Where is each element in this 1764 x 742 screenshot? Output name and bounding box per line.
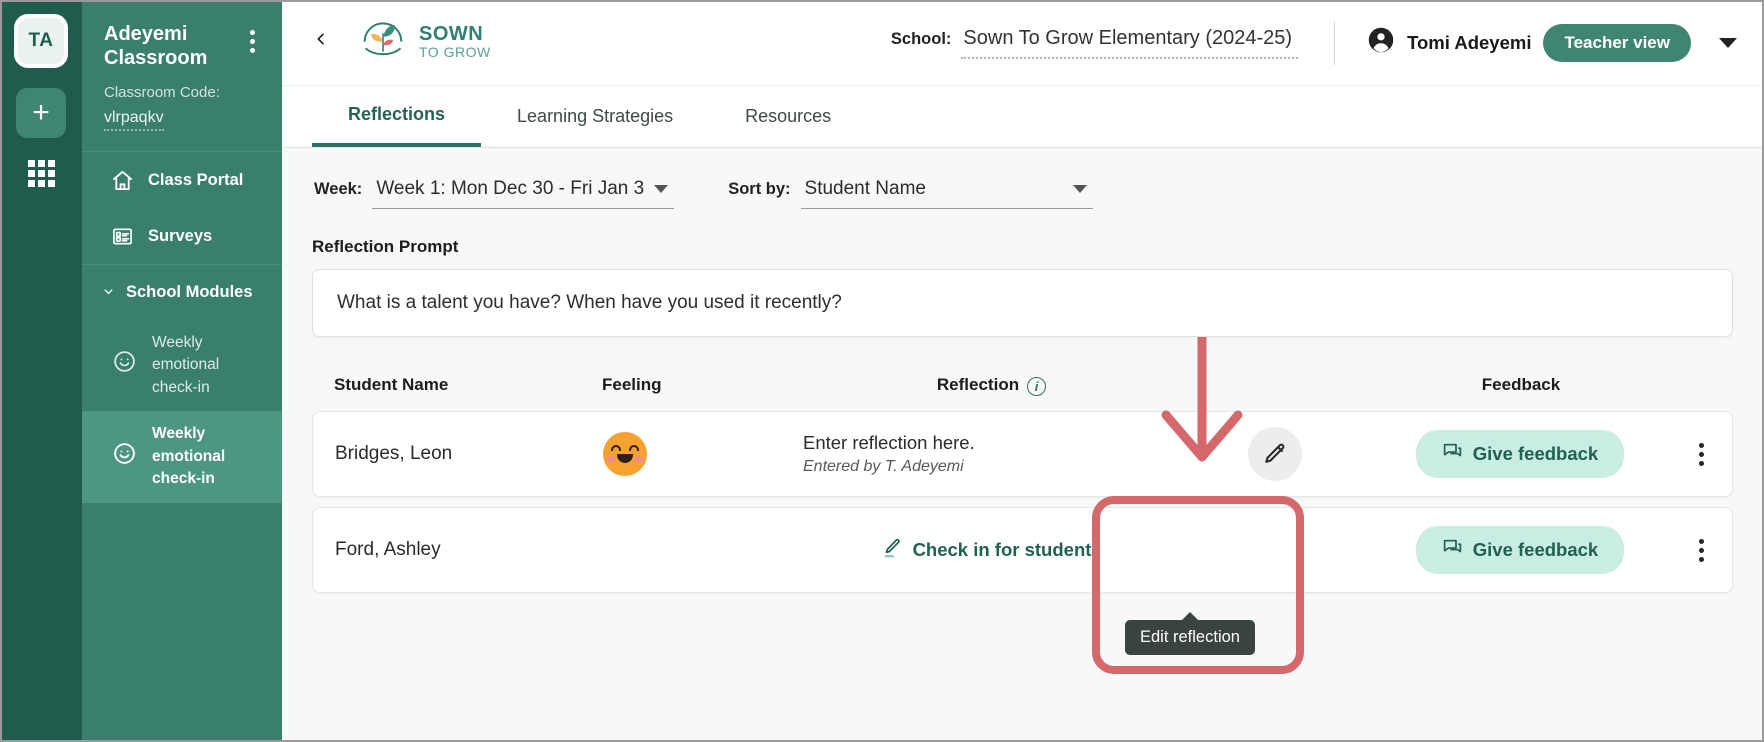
sidebar-module-weekly-emotional-check-in-1[interactable]: Weekly emotional check-in [82, 320, 282, 411]
chevron-down-icon [654, 185, 669, 193]
cell-row-menu [1670, 442, 1732, 466]
reflection-prompt-text: What is a talent you have? When have you… [312, 269, 1733, 337]
chevron-down-icon [102, 285, 116, 301]
sidebar-module-label: Weekly emotional check-in [152, 425, 226, 488]
sidebar-module-label: Weekly emotional check-in [152, 334, 220, 396]
kebab-menu-icon[interactable] [250, 22, 256, 53]
check-in-for-student-link[interactable]: Check in for student [882, 537, 1092, 564]
cell-reflection: Enter reflection here. Entered by T. Ade… [803, 432, 1180, 476]
cell-feeling [603, 432, 803, 476]
cell-feedback: Give feedback [1370, 526, 1670, 574]
vertical-dots-menu-icon[interactable] [1698, 538, 1704, 562]
header-feedback: Feedback [1481, 375, 1561, 394]
edit-reflection-button[interactable] [1248, 427, 1302, 481]
table-row[interactable]: Ford, Ashley Check in for student Give f… [312, 507, 1733, 593]
caret-down-icon[interactable] [1719, 37, 1737, 48]
app-rail: TA + [0, 0, 82, 742]
comment-feedback-icon [1442, 441, 1463, 467]
school-selector[interactable]: School: Sown To Grow Elementary (2024-25… [890, 27, 1299, 59]
header-reflection: Reflection i [802, 375, 1181, 396]
tab-learning-strategies[interactable]: Learning Strategies [481, 86, 709, 147]
survey-icon [110, 224, 134, 248]
header-student-name: Student Name [334, 375, 449, 394]
reflections-table: Student Name Feeling Reflection i Feedba… [312, 375, 1733, 593]
week-filter[interactable]: Week: Week 1: Mon Dec 30 - Fri Jan 3 [314, 178, 675, 209]
sown-to-grow-leaf-logo [358, 15, 408, 70]
comment-feedback-icon [1442, 537, 1463, 563]
smiley-icon [112, 349, 138, 381]
grid-apps-icon[interactable] [26, 158, 56, 188]
sidebar-item-label: Surveys [148, 226, 213, 245]
cell-edit-action [1180, 427, 1370, 481]
content-area: Week: Week 1: Mon Dec 30 - Fri Jan 3 Sor… [282, 148, 1763, 742]
give-feedback-button[interactable]: Give feedback [1415, 526, 1625, 574]
brand-name-top: SOWN [419, 22, 484, 45]
user-name: Tomi Adeyemi [1407, 31, 1532, 53]
user-menu[interactable]: Tomi Adeyemi Teacher view [1367, 23, 1691, 62]
add-classroom-button[interactable]: + [16, 88, 66, 138]
header-feeling: Feeling [602, 375, 662, 394]
chevron-down-icon [1072, 185, 1087, 193]
brand-name-bottom: TO GROW [419, 43, 491, 60]
give-feedback-label: Give feedback [1472, 443, 1599, 464]
classroom-title: Adeyemi Classroom [104, 23, 208, 69]
sidebar-item-surveys[interactable]: Surveys [82, 208, 282, 264]
header-reflection-label: Reflection [936, 375, 1020, 394]
sidebar-group-label: School Modules [126, 283, 253, 301]
sidebar-module-weekly-emotional-check-in-2[interactable]: Weekly emotional check-in [82, 411, 282, 503]
cell-row-menu [1670, 538, 1732, 562]
sidebar-item-class-portal[interactable]: Class Portal [82, 152, 282, 208]
filter-row: Week: Week 1: Mon Dec 30 - Fri Jan 3 Sor… [312, 178, 1733, 209]
give-feedback-button[interactable]: Give feedback [1415, 430, 1625, 478]
week-value: Week 1: Mon Dec 30 - Fri Jan 3 [376, 178, 645, 199]
cell-feedback: Give feedback [1370, 430, 1670, 478]
account-circle-icon [1367, 26, 1395, 59]
top-bar: SOWN TO GROW School: Sown To Grow Elemen… [282, 0, 1763, 86]
cell-student-name: Ford, Ashley [335, 539, 441, 560]
smiling-face-with-smiling-eyes-icon [603, 432, 647, 476]
school-value[interactable]: Sown To Grow Elementary (2024-25) [961, 27, 1299, 59]
sidebar-header: Adeyemi Classroom Classroom Code: vlrpaq… [82, 0, 282, 151]
tab-bar: Reflections Learning Strategies Resource… [282, 86, 1763, 148]
cell-reflection: Check in for student [803, 537, 1180, 564]
sidebar-filler [82, 503, 282, 742]
pencil-underline-icon [882, 537, 904, 564]
sort-filter[interactable]: Sort by: Student Name [728, 178, 1093, 209]
reflection-byline: Entered by T. Adeyemi [803, 458, 964, 475]
main-area: SOWN TO GROW School: Sown To Grow Elemen… [282, 0, 1764, 742]
vertical-dots-menu-icon[interactable] [1698, 442, 1704, 466]
smiley-icon [112, 441, 138, 473]
classroom-code-label: Classroom Code: [104, 84, 220, 101]
tab-reflections[interactable]: Reflections [312, 86, 482, 147]
sort-select[interactable]: Student Name [800, 178, 1093, 209]
sidebar-item-label: Class Portal [148, 170, 244, 189]
brand-logo: SOWN TO GROW [358, 15, 491, 70]
info-icon[interactable]: i [1027, 376, 1047, 396]
table-header-row: Student Name Feeling Reflection i Feedba… [312, 375, 1733, 411]
sort-value: Student Name [804, 178, 926, 199]
school-label: School: [890, 29, 952, 48]
cell-student-name: Bridges, Leon [335, 443, 453, 464]
week-label: Week: [314, 180, 363, 198]
tab-resources[interactable]: Resources [709, 86, 867, 147]
app-window: TA + Adeyemi Classroom Classroom Code: v… [0, 0, 1764, 742]
reflection-prompt-label: Reflection Prompt [312, 237, 459, 256]
check-in-label: Check in for student [912, 539, 1092, 560]
home-icon [110, 168, 134, 192]
topbar-separator [1334, 20, 1336, 65]
sidebar-group-school-modules[interactable]: School Modules [82, 265, 282, 320]
sort-label: Sort by: [728, 180, 791, 198]
classroom-code-value[interactable]: vlrpaqkv [104, 109, 164, 131]
give-feedback-label: Give feedback [1472, 539, 1599, 560]
table-row[interactable]: Bridges, Leon Enter reflection here. Ent… [312, 411, 1733, 497]
edit-reflection-tooltip: Edit reflection [1125, 620, 1255, 655]
sidebar: Adeyemi Classroom Classroom Code: vlrpaq… [82, 0, 282, 742]
week-select[interactable]: Week 1: Mon Dec 30 - Fri Jan 3 [372, 178, 675, 209]
chevron-left-icon[interactable] [308, 26, 334, 59]
rail-avatar[interactable]: TA [14, 14, 68, 68]
reflection-text: Enter reflection here. [803, 432, 975, 453]
role-pill-teacher-view[interactable]: Teacher view [1543, 23, 1691, 62]
